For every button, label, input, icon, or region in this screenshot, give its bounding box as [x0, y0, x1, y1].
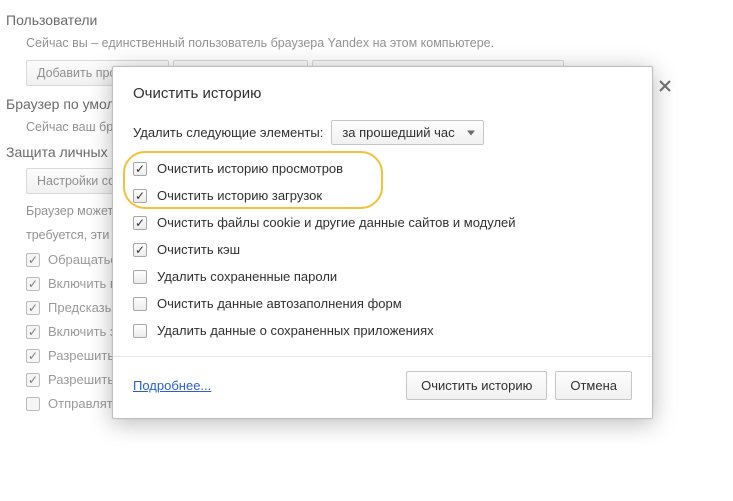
option-row: Очистить данные автозаполнения форм — [133, 296, 632, 311]
option-label: Удалить данные о сохраненных приложениях — [157, 323, 434, 338]
learn-more-link[interactable]: Подробнее... — [133, 378, 211, 393]
clear-history-dialog: Очистить историю Удалить следующие элеме… — [112, 66, 653, 419]
option-row: Очистить историю загрузок — [133, 188, 632, 203]
chevron-down-icon — [467, 130, 475, 135]
checkbox-browsing-history[interactable] — [133, 162, 147, 176]
checkbox-hosted-apps[interactable] — [133, 324, 147, 338]
options-list: Очистить историю просмотров Очистить ист… — [133, 161, 632, 338]
option-row: Очистить файлы cookie и другие данные са… — [133, 215, 632, 230]
dialog-title: Очистить историю — [133, 85, 632, 102]
time-range-select[interactable]: за прошедший час — [331, 120, 483, 145]
option-row: Удалить сохраненные пароли — [133, 269, 632, 284]
cancel-button[interactable]: Отмена — [555, 371, 632, 400]
dialog-footer: Подробнее... Очистить историю Отмена — [133, 371, 632, 400]
option-label: Очистить данные автозаполнения форм — [157, 296, 402, 311]
divider — [113, 356, 652, 357]
option-label: Очистить историю просмотров — [157, 161, 343, 176]
time-range-value: за прошедший час — [342, 125, 454, 140]
option-row: Очистить историю просмотров — [133, 161, 632, 176]
option-label: Удалить сохраненные пароли — [157, 269, 337, 284]
checkbox-passwords[interactable] — [133, 270, 147, 284]
option-label: Очистить кэш — [157, 242, 240, 257]
option-label: Очистить файлы cookie и другие данные са… — [157, 215, 516, 230]
option-row: Очистить кэш — [133, 242, 632, 257]
checkbox-cookies[interactable] — [133, 216, 147, 230]
close-icon — [658, 81, 672, 96]
checkbox-autofill[interactable] — [133, 297, 147, 311]
delete-label: Удалить следующие элементы: — [133, 125, 323, 140]
close-button[interactable] — [658, 79, 676, 97]
confirm-button[interactable]: Очистить историю — [406, 371, 547, 400]
option-row: Удалить данные о сохраненных приложениях — [133, 323, 632, 338]
option-label: Очистить историю загрузок — [157, 188, 322, 203]
checkbox-cache[interactable] — [133, 243, 147, 257]
checkbox-download-history[interactable] — [133, 189, 147, 203]
